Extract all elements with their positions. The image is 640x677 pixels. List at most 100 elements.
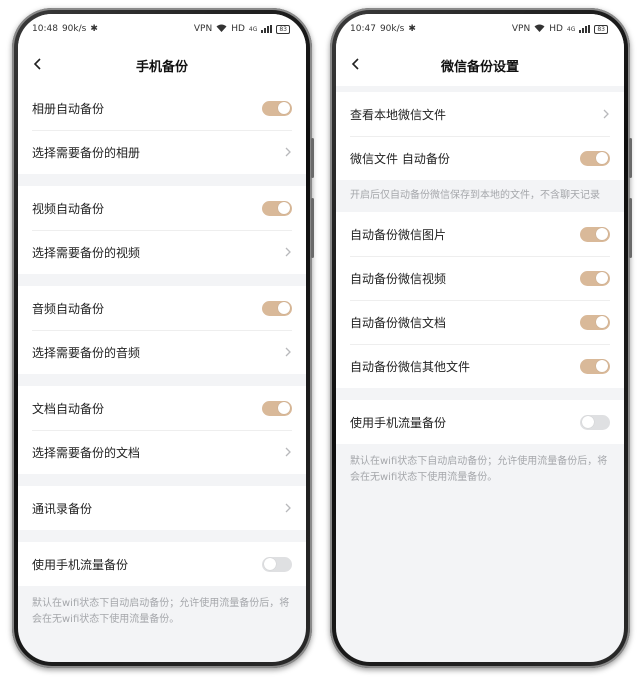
back-icon[interactable] xyxy=(32,58,44,70)
phone-frame-left: 10:48 90k/s ✱ VPN HD 4G 83 手机备份 相册自动备份选择… xyxy=(12,8,314,668)
toggle-switch[interactable] xyxy=(580,314,610,330)
settings-row-link[interactable]: 选择需要备份的视频 xyxy=(18,230,306,274)
settings-row-link[interactable]: 选择需要备份的相册 xyxy=(18,130,306,174)
settings-group: 使用手机流量备份 xyxy=(18,542,306,586)
toggle-switch[interactable] xyxy=(580,270,610,286)
phone-frame-right: 10:47 90k/s ✱ VPN HD 4G 83 微信备份设置 查看本地微信… xyxy=(330,8,632,668)
toggle-switch[interactable] xyxy=(262,200,292,216)
wechat-backup-note: 开启后仅自动备份微信保存到本地的文件，不含聊天记录 xyxy=(350,190,600,201)
chevron-right-icon xyxy=(284,346,292,358)
auto-backup-row: 自动备份微信视频 xyxy=(336,256,624,300)
view-local-files-row[interactable]: 查看本地微信文件 xyxy=(336,92,624,136)
row-label: 微信文件 自动备份 xyxy=(350,151,450,166)
settings-row-link[interactable]: 选择需要备份的音频 xyxy=(18,330,306,374)
toggle-switch[interactable] xyxy=(262,400,292,416)
settings-row-link[interactable]: 选择需要备份的文档 xyxy=(18,430,306,474)
group-gap xyxy=(18,274,306,286)
toggle-switch[interactable] xyxy=(580,226,610,242)
row-label: 通讯录备份 xyxy=(32,501,93,516)
settings-group: 使用手机流量备份 xyxy=(336,400,624,444)
status-bar: 10:48 90k/s ✱ VPN HD 4G 83 xyxy=(18,14,306,44)
chevron-right-icon xyxy=(284,502,292,514)
status-network: 4G xyxy=(248,25,258,33)
status-vpn: VPN xyxy=(193,24,213,34)
settings-list: 相册自动备份 选择需要备份的相册 视频自动备份 选择需要备份的视频 音频自动备份 选择需要… xyxy=(18,86,306,646)
footer-note: 默认在wifi状态下自动启动备份；允许使用流量备份后，将会在无wifi状态下使用… xyxy=(32,598,290,625)
settings-group: 文档自动备份选择需要备份的文档 xyxy=(18,386,306,474)
status-vpn: VPN xyxy=(511,24,531,34)
settings-group: 音频自动备份选择需要备份的音频 xyxy=(18,286,306,374)
row-label: 选择需要备份的文档 xyxy=(32,445,141,460)
bluetooth-icon: ✱ xyxy=(90,24,98,34)
row-label: 文档自动备份 xyxy=(32,401,105,416)
mobile-data-backup-toggle[interactable] xyxy=(580,414,610,430)
row-label: 自动备份微信视频 xyxy=(350,271,447,286)
settings-row-link[interactable]: 通讯录备份 xyxy=(18,486,306,530)
settings-row-toggle: 使用手机流量备份 xyxy=(18,542,306,586)
signal-icon xyxy=(261,25,273,33)
row-label: 选择需要备份的相册 xyxy=(32,145,141,160)
settings-row-toggle: 音频自动备份 xyxy=(18,286,306,330)
status-time: 10:47 xyxy=(350,24,376,34)
settings-row-toggle: 视频自动备份 xyxy=(18,186,306,230)
row-label: 自动备份微信文档 xyxy=(350,315,447,330)
chevron-right-icon xyxy=(284,146,292,158)
settings-group: 通讯录备份 xyxy=(18,486,306,530)
mobile-data-backup-row: 使用手机流量备份 xyxy=(336,400,624,444)
signal-icon xyxy=(579,25,591,33)
row-label: 查看本地微信文件 xyxy=(350,107,447,122)
page-title: 手机备份 xyxy=(135,59,188,75)
status-speed: 90k/s xyxy=(379,24,405,34)
phone-backup-screen: 10:48 90k/s ✱ VPN HD 4G 83 手机备份 相册自动备份选择… xyxy=(18,14,306,662)
page-title: 微信备份设置 xyxy=(440,59,519,75)
auto-backup-row: 自动备份微信文档 xyxy=(336,300,624,344)
nav-bar: 微信备份设置 xyxy=(336,44,624,86)
status-bar: 10:47 90k/s ✱ VPN HD 4G 83 xyxy=(336,14,624,44)
row-label: 视频自动备份 xyxy=(32,201,105,216)
toggle-switch[interactable] xyxy=(262,100,292,116)
settings-group: 视频自动备份选择需要备份的视频 xyxy=(18,186,306,274)
row-label: 选择需要备份的视频 xyxy=(32,245,141,260)
wechat-backup-screen: 10:47 90k/s ✱ VPN HD 4G 83 微信备份设置 查看本地微信… xyxy=(336,14,624,662)
nav-bar: 手机备份 xyxy=(18,44,306,86)
toggle-switch[interactable] xyxy=(262,556,292,572)
chevron-right-icon xyxy=(284,446,292,458)
settings-group: 查看本地微信文件 微信文件 自动备份 xyxy=(336,92,624,180)
row-label: 音频自动备份 xyxy=(32,301,105,316)
row-label: 自动备份微信图片 xyxy=(350,227,447,242)
settings-row-toggle: 相册自动备份 xyxy=(18,86,306,130)
settings-list: 查看本地微信文件 微信文件 自动备份 开启后仅自动备份微信保存到本地的文件，不含… xyxy=(336,86,624,504)
auto-backup-row: 自动备份微信其他文件 xyxy=(336,344,624,388)
group-gap xyxy=(18,174,306,186)
status-hd: HD xyxy=(231,24,245,34)
row-label: 使用手机流量备份 xyxy=(350,415,447,430)
row-label: 使用手机流量备份 xyxy=(32,557,129,572)
battery-icon: 83 xyxy=(276,24,290,34)
status-speed: 90k/s xyxy=(61,24,87,34)
group-gap xyxy=(18,474,306,486)
wifi-icon xyxy=(216,24,227,35)
status-network: 4G xyxy=(566,25,576,33)
battery-icon: 83 xyxy=(594,24,608,34)
settings-row-toggle: 文档自动备份 xyxy=(18,386,306,430)
footer-note: 默认在wifi状态下自动启动备份；允许使用流量备份后，将会在无wifi状态下使用… xyxy=(350,456,608,483)
chevron-right-icon xyxy=(602,108,610,120)
wifi-icon xyxy=(534,24,545,35)
row-label: 自动备份微信其他文件 xyxy=(350,359,471,374)
toggle-switch[interactable] xyxy=(262,300,292,316)
toggle-switch[interactable] xyxy=(580,358,610,374)
chevron-right-icon xyxy=(284,246,292,258)
status-hd: HD xyxy=(549,24,563,34)
row-label: 选择需要备份的音频 xyxy=(32,345,141,360)
group-gap xyxy=(18,530,306,542)
bluetooth-icon: ✱ xyxy=(408,24,416,34)
wechat-auto-backup-row: 微信文件 自动备份 xyxy=(336,136,624,180)
group-gap xyxy=(18,374,306,386)
status-time: 10:48 xyxy=(32,24,58,34)
wechat-auto-backup-toggle[interactable] xyxy=(580,150,610,166)
row-label: 相册自动备份 xyxy=(32,101,105,116)
back-icon[interactable] xyxy=(350,58,362,70)
settings-group: 相册自动备份选择需要备份的相册 xyxy=(18,86,306,174)
auto-backup-row: 自动备份微信图片 xyxy=(336,212,624,256)
settings-group: 自动备份微信图片 自动备份微信视频 自动备份微信文档自动备份微信其他文件 xyxy=(336,212,624,388)
